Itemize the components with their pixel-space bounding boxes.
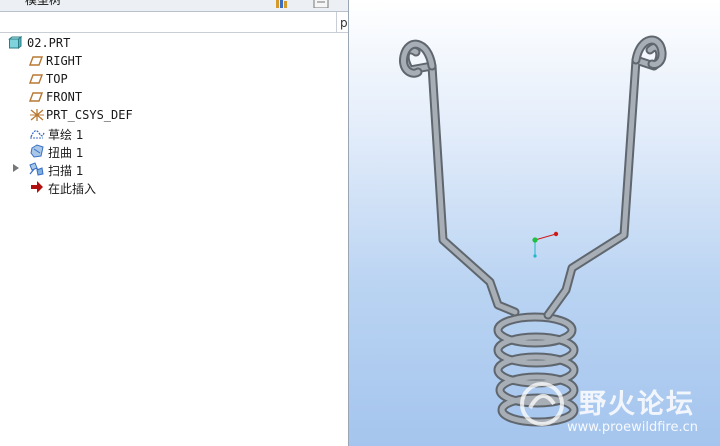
tree-item-label: TOP: [46, 72, 68, 86]
watermark-url: www.proewildfire.cn: [567, 420, 698, 435]
tree-item-part[interactable]: 02.PRT: [0, 34, 336, 52]
tree-item-csys[interactable]: PRT_CSYS_DEF: [0, 106, 336, 124]
csys-triad-icon: [532, 231, 559, 258]
tree-item-label: FRONT: [46, 90, 83, 104]
show-menu-icon[interactable]: [274, 0, 288, 11]
expand-arrow-icon[interactable]: [13, 164, 19, 172]
tree-column-header: p: [0, 12, 348, 33]
tree-item-warp[interactable]: 扭曲 1: [0, 142, 336, 160]
datum-plane-icon: [28, 54, 44, 68]
column-label: p: [340, 16, 348, 30]
model-tree-title: 模型树: [25, 0, 62, 7]
column-divider[interactable]: [336, 12, 337, 32]
datum-plane-icon: [28, 72, 44, 86]
tree-item-right[interactable]: RIGHT: [0, 52, 336, 70]
tree-item-insert-here[interactable]: 在此插入: [0, 178, 336, 196]
tree-item-label: PRT_CSYS_DEF: [46, 108, 133, 122]
watermark-brand: 野火论坛: [579, 389, 695, 420]
warp-icon: [29, 144, 44, 158]
tree-item-label: 在此插入: [48, 182, 97, 196]
tree-item-label: RIGHT: [46, 54, 83, 68]
tree-item-label: 扫描 1: [48, 164, 84, 178]
coordinate-system-icon: [29, 108, 44, 122]
part-icon: [8, 35, 23, 50]
model-tree-header: 模型树: [0, 0, 348, 12]
tree-item-label: 02.PRT: [27, 36, 71, 50]
tree-item-top[interactable]: TOP: [0, 70, 336, 88]
sweep-icon: [28, 162, 44, 176]
sketch-icon: [29, 126, 45, 140]
settings-menu-icon[interactable]: [313, 0, 329, 11]
model-tree-panel: 模型树 p 02.PRT RIGHT TOP FRONT PRT_CSYS_DE…: [0, 0, 349, 446]
tree-item-label: 草绘 1: [48, 128, 84, 142]
tree-item-label: 扭曲 1: [48, 146, 84, 160]
datum-plane-icon: [28, 90, 44, 104]
insert-here-arrow-icon: [30, 180, 44, 194]
tree-item-sketch[interactable]: 草绘 1: [0, 124, 336, 142]
tree-item-front[interactable]: FRONT: [0, 88, 336, 106]
tree-item-sweep[interactable]: 扫描 1: [0, 160, 336, 178]
